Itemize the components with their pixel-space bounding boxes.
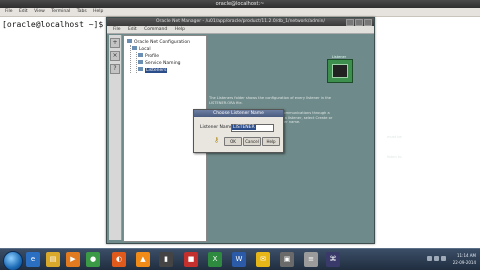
net-manager-title: Oracle Net Manager - /u01/app/oracle/pro… (156, 19, 325, 24)
chrome-icon[interactable]: ● (86, 252, 100, 267)
nm-menu-file[interactable]: File (113, 27, 121, 32)
minimize-icon[interactable] (346, 19, 354, 26)
help-button[interactable]: Help (262, 137, 280, 146)
terminal-title-bar: oracle@localhost:~ (0, 0, 480, 8)
terminal-menubar: File Edit View Terminal Tabs Help (0, 8, 480, 17)
maximize-icon[interactable] (355, 19, 363, 26)
terminal-menu-tabs[interactable]: Tabs (77, 9, 87, 14)
putty-icon[interactable]: ⌘ (326, 252, 340, 267)
key-icon: ⚷ (214, 136, 220, 144)
vlc-icon[interactable]: ▲ (136, 252, 150, 267)
folder-icon[interactable]: ▤ (46, 252, 60, 267)
help-icon[interactable]: ? (110, 64, 120, 74)
terminal-menu-view[interactable]: View (34, 9, 45, 14)
ok-button[interactable]: OK (224, 137, 242, 146)
terminal-menu-edit[interactable]: Edit (19, 9, 28, 14)
notepad-icon[interactable]: ≡ (304, 252, 318, 267)
logo-label: Listener (332, 55, 347, 59)
volume-tray-icon[interactable] (434, 256, 439, 261)
network-icon (127, 39, 132, 43)
tree-connector (136, 52, 137, 73)
tree-item-service-naming[interactable]: Service Naming (138, 60, 181, 67)
terminal-prompt-text: [oracle@localhost ~]$ (2, 20, 108, 29)
listener-name-input[interactable]: LISTENER (231, 124, 274, 132)
nm-menu-command[interactable]: Command (144, 27, 167, 32)
dialog-title: Choose Listener Name (213, 111, 264, 116)
system-tray (427, 256, 446, 261)
tree-connector (130, 45, 131, 73)
word-icon[interactable]: W (232, 252, 246, 267)
profile-icon (138, 53, 143, 57)
tree-label-profile: Profile (145, 54, 159, 59)
taskbar: e ▤ ▶ ● ◐ ▲ ▮ ■ X W ✉ ▣ ≡ ⌘ 11:14 AM 22-… (0, 248, 480, 270)
choose-listener-dialog: Choose Listener Name Listener Name: LIST… (193, 109, 284, 153)
listener-logo: Listener (327, 55, 353, 83)
tree-label-listeners: Listeners (145, 68, 168, 73)
tree-item-listeners[interactable]: Listeners (138, 67, 168, 74)
nm-menu-help[interactable]: Help (175, 27, 185, 32)
remove-icon[interactable]: × (110, 51, 120, 61)
terminal-menu-help[interactable]: Help (93, 9, 103, 14)
network-tray-icon[interactable] (427, 256, 432, 261)
vertical-toolbar: + × ? (109, 35, 122, 240)
outlook-icon[interactable]: ✉ (256, 252, 270, 267)
desc-line-2: LISTENER.ORA file. (209, 100, 243, 105)
tree-item-root[interactable]: Oracle Net Configuration (127, 39, 190, 46)
excel-icon[interactable]: X (208, 252, 222, 267)
clock-time: 11:14 AM (457, 253, 476, 258)
tree-item-profile[interactable]: Profile (138, 53, 159, 60)
clock-date: 22-09-2014 (452, 260, 476, 265)
paint-icon[interactable]: ■ (184, 252, 198, 267)
close-icon[interactable] (364, 19, 372, 26)
tree-item-local[interactable]: Local (132, 46, 151, 53)
terminal-menu-terminal[interactable]: Terminal (51, 9, 70, 14)
window-controls (346, 19, 372, 26)
firefox-icon[interactable]: ◐ (112, 252, 126, 267)
net-manager-title-bar[interactable]: Oracle Net Manager - /u01/app/oracle/pro… (107, 18, 374, 26)
ie-icon[interactable]: e (26, 252, 40, 267)
side-text-2: listen to (387, 155, 402, 159)
antenna-icon (332, 64, 348, 78)
clock[interactable]: 11:14 AM 22-09-2014 (450, 252, 476, 266)
net-manager-menubar: File Edit Command Help (107, 26, 374, 34)
listener-icon (138, 67, 143, 71)
listener-name-value: LISTENER (232, 125, 256, 130)
folder-icon (132, 46, 137, 50)
start-button[interactable] (3, 251, 23, 270)
dialog-title-bar[interactable]: Choose Listener Name (194, 110, 283, 117)
service-icon (138, 60, 143, 64)
media-icon[interactable]: ▶ (66, 252, 80, 267)
listener-name-label: Listener Name: (200, 125, 235, 130)
terminal-menu-file[interactable]: File (5, 9, 13, 14)
tree-label-local: Local (139, 47, 151, 52)
tree-label-root: Oracle Net Configuration (134, 40, 190, 45)
terminal-prompt: [oracle@localhost ~]$ (2, 20, 112, 29)
cancel-button[interactable]: Cancel (243, 137, 261, 146)
add-icon[interactable]: + (110, 38, 120, 48)
side-text-1: must be (387, 135, 402, 139)
nm-menu-edit[interactable]: Edit (128, 27, 137, 32)
vmware-icon[interactable]: ▣ (280, 252, 294, 267)
flag-tray-icon[interactable] (441, 256, 446, 261)
terminal-title: oracle@localhost:~ (215, 1, 265, 7)
terminal-icon[interactable]: ▮ (159, 252, 173, 267)
tree-label-service-naming: Service Naming (145, 61, 181, 66)
desktop: oracle@localhost:~ File Edit View Termin… (0, 0, 480, 270)
